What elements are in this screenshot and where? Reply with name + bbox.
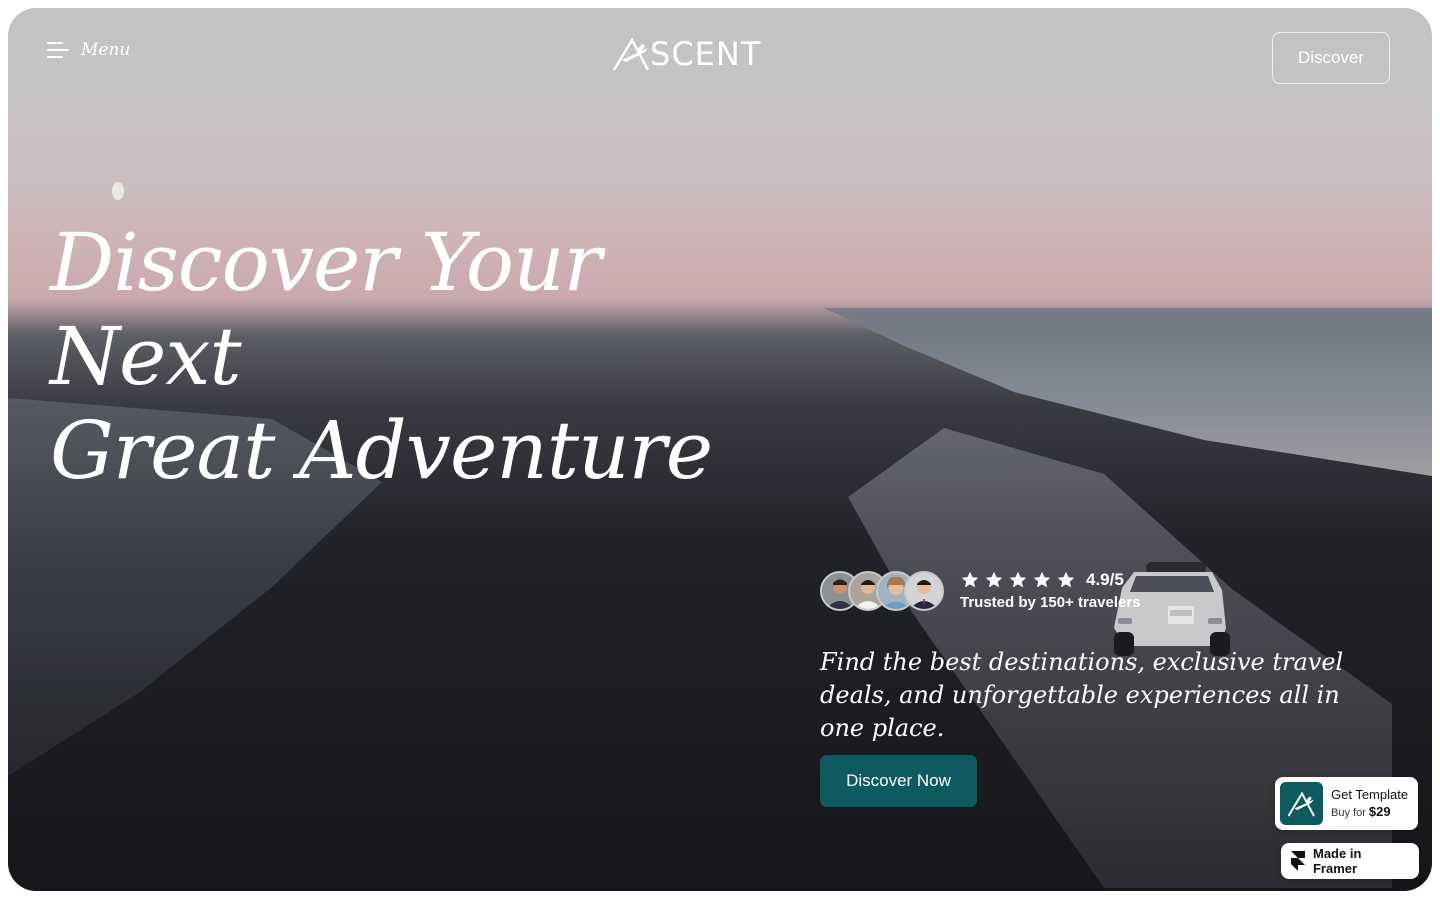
discover-button[interactable]: Discover	[1272, 32, 1390, 84]
star-icon	[961, 571, 979, 588]
get-template-badge[interactable]: Get Template Buy for $29	[1275, 777, 1418, 830]
plane-logo-icon	[612, 37, 650, 71]
rating-info: 4.9/5 Trusted by 150+ travelers	[960, 570, 1141, 611]
template-price: $29	[1368, 803, 1391, 819]
hero-section: Menu SCENT Discover Discover Your Next G…	[8, 8, 1432, 891]
framer-logo-icon	[1291, 851, 1305, 871]
discover-now-button[interactable]: Discover Now	[820, 755, 977, 807]
buy-for-label: Buy for	[1331, 806, 1366, 819]
logo[interactable]: SCENT	[612, 34, 788, 74]
headline-line-1: Discover Your Next	[50, 216, 602, 403]
ascent-logo-icon	[1280, 782, 1323, 825]
menu-button[interactable]: Menu	[47, 40, 130, 60]
framer-label: Made in Framer	[1312, 846, 1362, 876]
star-icon	[1009, 571, 1027, 588]
star-icon	[1033, 571, 1051, 588]
avatar-group	[820, 570, 944, 611]
rating-block: 4.9/5 Trusted by 150+ travelers	[820, 570, 1141, 611]
avatar	[904, 570, 944, 611]
get-template-price-row: Buy for $29	[1331, 803, 1408, 822]
get-template-title: Get Template	[1331, 786, 1409, 802]
hamburger-icon	[47, 40, 69, 60]
star-icon	[1057, 571, 1075, 588]
hero-headline: Discover Your Next Great Adventure	[50, 216, 790, 498]
hero-tagline: Find the best destinations, exclusive tr…	[820, 648, 1344, 742]
menu-label: Menu	[81, 40, 131, 60]
headline-line-2: Great Adventure	[50, 404, 713, 497]
stars-row: 4.9/5	[960, 570, 1141, 590]
star-icon	[985, 571, 1003, 588]
moon	[112, 182, 124, 200]
logo-text: SCENT	[650, 35, 762, 73]
trusted-text: Trusted by 150+ travelers	[960, 594, 1141, 611]
rating-score: 4.9/5	[1086, 570, 1124, 589]
made-in-framer-badge[interactable]: Made in Framer	[1281, 843, 1419, 879]
